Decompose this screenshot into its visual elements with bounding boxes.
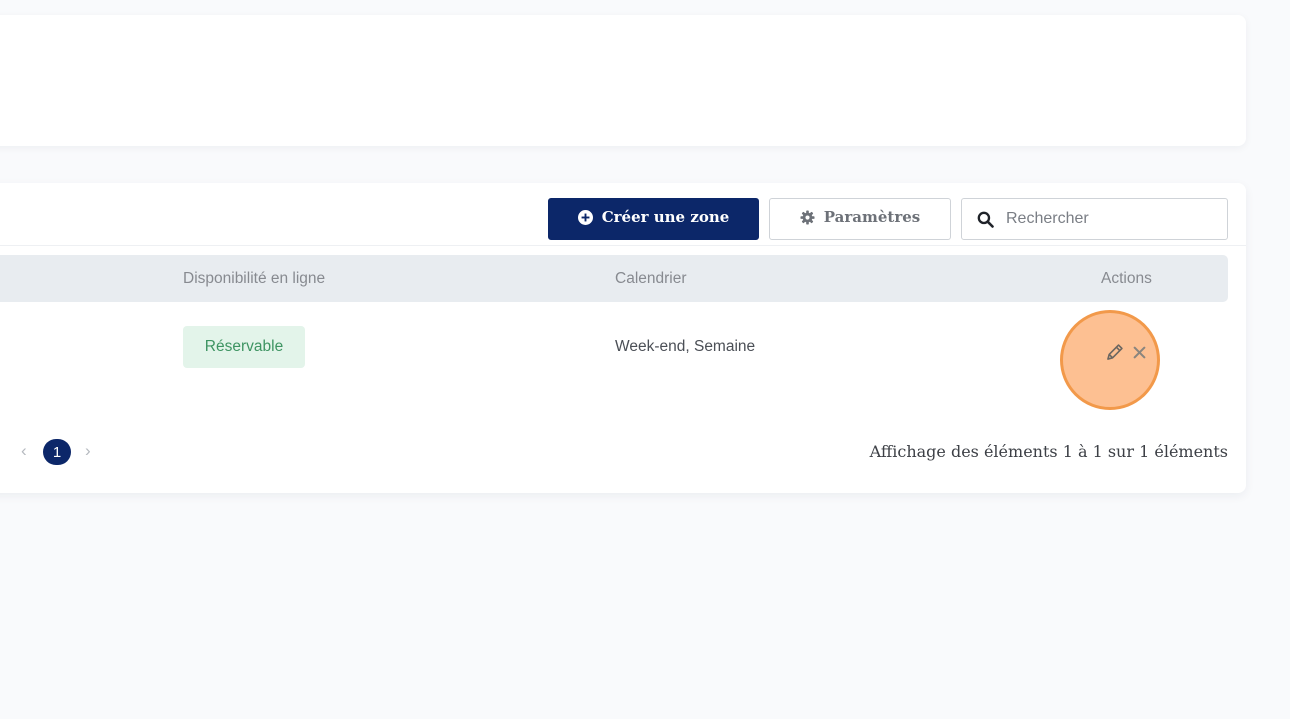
status-badge: Réservable (183, 326, 305, 368)
pencil-icon[interactable] (1103, 342, 1125, 364)
search-box (961, 198, 1228, 240)
gear-icon (800, 209, 815, 225)
toolbar-divider (0, 245, 1246, 246)
settings-button[interactable]: Paramètres (769, 198, 951, 240)
calendar-cell: Week-end, Semaine (615, 338, 756, 355)
column-header-online-availability[interactable]: Disponibilité en ligne (183, 270, 325, 287)
column-header-calendar[interactable]: Calendrier (615, 270, 687, 287)
create-zone-label: Créer une zone (601, 208, 730, 226)
pagination-info: Affichage des éléments 1 à 1 sur 1 éléme… (869, 442, 1228, 461)
pagination-prev-button[interactable]: ‹ (21, 441, 27, 461)
settings-label: Paramètres (823, 208, 921, 226)
close-icon[interactable] (1131, 344, 1148, 361)
top-panel (0, 15, 1246, 146)
column-header-actions: Actions (1101, 270, 1152, 287)
pagination-next-button[interactable]: › (85, 441, 91, 461)
plus-circle-icon (577, 209, 593, 225)
search-icon (976, 210, 994, 228)
pagination-page-1[interactable]: 1 (43, 439, 71, 465)
search-input[interactable] (1006, 210, 1206, 228)
create-zone-button[interactable]: Créer une zone (548, 198, 759, 240)
